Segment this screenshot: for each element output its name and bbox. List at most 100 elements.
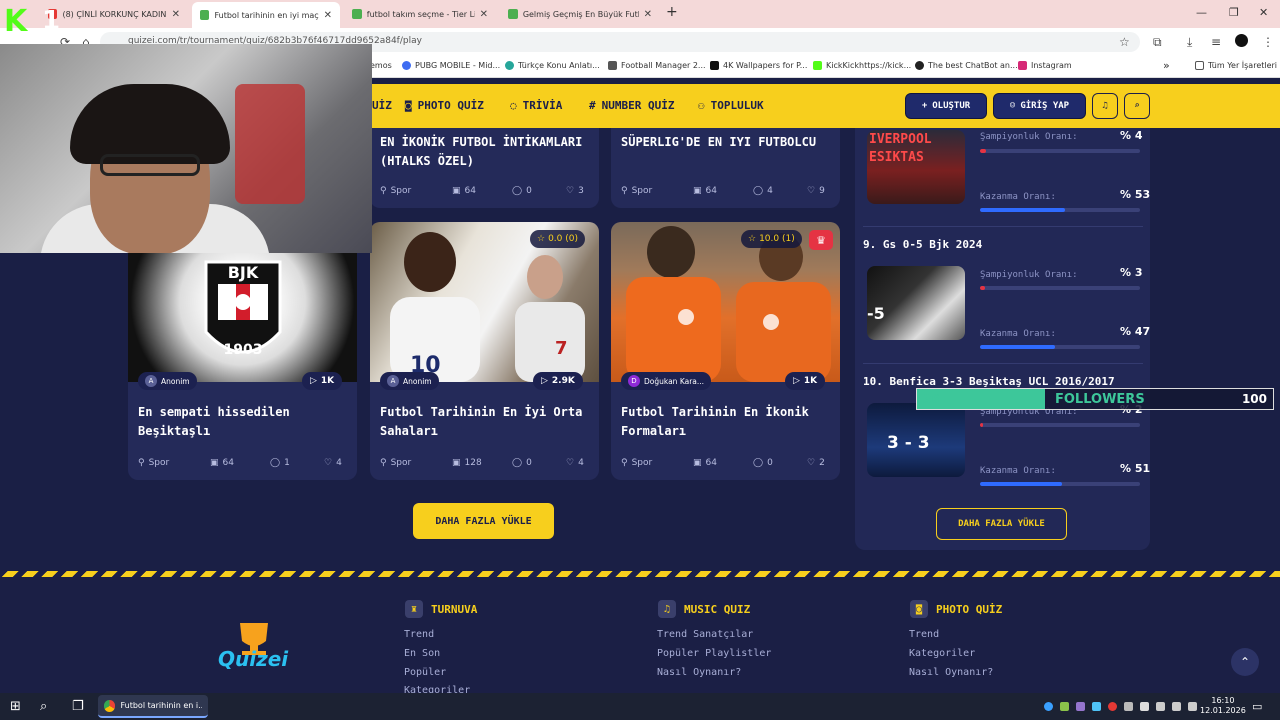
card-items: ▣ 64 [693,458,717,468]
footer-link[interactable]: Nasıl Oynanır? [657,667,741,678]
volume-icon[interactable] [1172,702,1181,711]
tray-app-icon[interactable] [1060,702,1069,711]
author-badge[interactable]: D Doğukan Kara... [621,372,712,390]
quiz-card[interactable]: ☆ 10.0 (1) ♛ D Doğukan Kara... ▷ 1K Futbol … [611,222,840,480]
svg-text:7: 7 [555,338,568,359]
kick-badge-number: 1 [42,6,61,36]
users-icon: ⚇ [698,99,705,112]
extensions-icon[interactable]: ⧉ [1153,35,1162,50]
battery-icon[interactable] [1188,702,1197,711]
nav-photo-quiz[interactable]: ◙ PHOTO QUİZ [405,99,484,112]
task-view-icon[interactable]: ❐ [72,699,84,714]
quiz-card[interactable]: SÜPERLIG'DE EN IYI FUTBOLCU ⚲ Spor ▣ 64 ◯ 4… [611,128,840,208]
quiz-card[interactable]: BJK 1903 A Anonim ▷ 1K En sempati hissedil… [128,222,357,480]
browser-tab-2[interactable]: Futbol tarihinin en iyi maçı (Sor... ✕ [192,2,340,28]
nav-number-quiz[interactable]: # NUMBER QUİZ [589,99,674,112]
close-icon[interactable]: ✕ [172,9,180,20]
create-label: OLUŞTUR [932,101,971,111]
tray-app-icon[interactable] [1124,702,1133,711]
card-likes: ♡ 4 [324,458,342,468]
footer-link[interactable]: Popüler Playlistler [657,648,771,659]
tray-app-icon[interactable] [1108,702,1117,711]
microphone-icon[interactable] [1140,702,1149,711]
quiz-card[interactable]: EN İKONİK FUTBOL İNTİKAMLARI (HTALKS ÖZE… [370,128,599,208]
footer-link[interactable]: Popüler [404,667,446,678]
author-badge[interactable]: A Anonim [138,372,197,390]
footer-link[interactable]: En Son [404,648,440,659]
search-icon[interactable]: ⌕ [40,699,47,714]
bookmark-item[interactable]: Türkçe Konu Anlatı... [505,61,600,70]
followers-goal-widget: 36 FOLLOWERS 100 [916,388,1274,410]
bookmark-item[interactable]: Instagram [1018,61,1072,70]
system-clock[interactable]: 16:10 12.01.2026 [1200,696,1246,716]
quiz-card[interactable]: 10 7 ☆ 0.0 (0) A Anonim ▷ 2.9K Futbol Tarih… [370,222,599,480]
search-icon[interactable]: ⌕ [1124,93,1150,119]
plays-count: 2.9K [551,376,575,386]
footer-link[interactable]: Trend Sanatçılar [657,629,753,640]
close-icon[interactable]: ✕ [480,9,488,20]
quizei-icon [508,9,518,19]
taskbar-app-label: Futbol tarihinin en i... [120,701,202,710]
footer-link[interactable]: Trend [404,629,434,640]
close-icon[interactable]: ✕ [324,10,332,21]
tag-icon: ⚲ [138,458,145,468]
likes-count: 2 [819,458,825,468]
card-category: ⚲ Spor [380,458,411,468]
bookmark-item[interactable]: emos [370,61,392,70]
create-button[interactable]: + OLUŞTUR [905,93,987,119]
bookmark-item[interactable]: Football Manager 2... [608,61,706,70]
bell-icon[interactable]: ♫ [1092,93,1118,119]
browser-tab-3[interactable]: futbol takım seçme - Tier List |... ✕ [344,3,496,25]
notification-icon[interactable]: ▭ [1252,700,1262,713]
login-button[interactable]: ☺ GİRİŞ YAP [993,93,1086,119]
bookmark-item[interactable]: 4K Wallpapers for P... [710,61,807,70]
footer-link[interactable]: Nasıl Oynanır? [909,667,993,678]
ranking-item[interactable]: IVERPOOL ESIKTAS Şampiyonluk Oranı: % 4 … [863,128,1150,228]
quizei-icon [352,9,362,19]
tab-label: (8) ÇİNLİ KORKUNÇ KADIN K... [62,9,167,19]
windows-start-icon[interactable]: ⊞ [10,699,21,714]
minimize-icon[interactable]: — [1196,6,1207,19]
column-title-text: PHOTO QUİZ [936,602,1003,616]
music-icon: ♫ [658,600,676,618]
browser-tab-4[interactable]: Gelmiş Geçmiş En Büyük Futbo... ✕ [500,3,660,25]
author-badge[interactable]: A Anonim [380,372,439,390]
rating-badge: ☆ 0.0 (0) [530,230,586,248]
bookmark-item[interactable]: KickKickhttps://kick... [813,61,911,70]
footer-link[interactable]: Kategoriler [404,685,470,693]
nav-community[interactable]: ⚇ TOPLULUK [698,99,764,112]
taskbar-chrome-app[interactable]: Futbol tarihinin en i... [98,695,208,718]
card-title: Futbol Tarihinin En İyi Orta Sahaları [380,405,583,438]
bookmark-item[interactable]: PUBG MOBILE - Mid... [402,61,500,70]
browser-tab-1[interactable]: (8) ÇİNLİ KORKUNÇ KADIN K... ✕ [40,3,188,25]
ranking-item[interactable]: 9. Gs 0-5 Bjk 2024 -5 Şampiyonluk Oranı:… [863,236,1150,356]
close-window-icon[interactable]: ✕ [1259,6,1268,19]
download-icon[interactable]: ⤓ [1187,35,1192,50]
network-icon[interactable] [1156,702,1165,711]
footer-link[interactable]: Trend [909,629,939,640]
load-more-button[interactable]: DAHA FAZLA YÜKLE [413,503,554,539]
tray-app-icon[interactable] [1092,702,1101,711]
tray-app-icon[interactable] [1044,702,1053,711]
profile-avatar[interactable] [1235,34,1248,47]
scroll-to-top-button[interactable]: ⌃ [1231,648,1259,676]
menu-icon[interactable]: ⋮ [1262,35,1274,49]
quizei-logo[interactable]: Quizei [216,617,292,671]
media-icon[interactable]: ≡ [1211,35,1221,49]
folder-icon [1195,61,1204,70]
restore-icon[interactable]: ❐ [1229,6,1239,19]
new-tab-button[interactable]: + [666,4,678,20]
bookmark-star-icon[interactable]: ☆ [1119,35,1130,49]
bookmark-item[interactable]: The best ChatBot an... [915,61,1018,70]
nav-quiz[interactable]: UİZ [372,99,392,112]
svg-text:1903: 1903 [224,342,263,358]
ranking-load-more-button[interactable]: DAHA FAZLA YÜKLE [936,508,1067,540]
close-icon[interactable]: ✕ [644,9,652,20]
all-bookmarks-button[interactable]: Tüm Yer İşaretleri [1195,61,1277,70]
footer-link[interactable]: Kategoriler [909,648,975,659]
championship-rate-bar [980,149,1140,153]
nav-trivia[interactable]: ◌ TRİVİA [510,99,562,112]
bookmarks-more-button[interactable]: » [1163,59,1170,72]
tray-app-icon[interactable] [1076,702,1085,711]
ranking-title: 9. Gs 0-5 Bjk 2024 [863,238,983,251]
